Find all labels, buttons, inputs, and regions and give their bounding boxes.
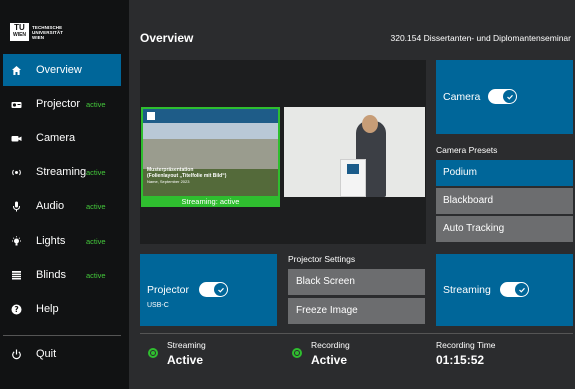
course-title: 320.154 Dissertanten- und Diplomantensem… <box>390 33 572 43</box>
recording-status-label: Recording <box>311 340 350 350</box>
streaming-toggle[interactable] <box>500 282 529 297</box>
camera-label: Camera <box>443 91 481 103</box>
status-badge: active <box>86 167 106 177</box>
sidebar-item-label: Overview <box>36 64 82 76</box>
presentation-preview[interactable]: Musterpräsentation (Folienlayout „Titelf… <box>141 107 280 205</box>
sidebar-item-help[interactable]: ? Help <box>3 293 121 325</box>
preset-auto-tracking-button[interactable]: Auto Tracking <box>436 216 573 242</box>
logo-wordmark: TECHNISCHE UNIVERSITÄT WIEN <box>32 25 63 40</box>
slide-caption: Musterpräsentation (Folienlayout „Titelf… <box>147 167 226 185</box>
preset-blackboard-button[interactable]: Blackboard <box>436 188 573 214</box>
quit-label: Quit <box>36 348 57 360</box>
sidebar-item-lights[interactable]: Lights active <box>3 225 121 257</box>
sidebar-item-blinds[interactable]: Blinds active <box>3 259 121 291</box>
logo-line: WIEN <box>32 34 45 40</box>
streaming-status-value: Active <box>167 353 204 367</box>
recording-time-label: Recording Time <box>436 340 496 350</box>
sidebar-item-label: Lights <box>36 235 66 247</box>
check-icon <box>214 283 227 296</box>
streaming-icon <box>11 167 22 178</box>
streaming-label: Streaming <box>443 284 491 296</box>
status-badge: active <box>86 236 106 246</box>
recording-status-value: Active <box>311 353 348 367</box>
projector-label: Projector <box>147 284 190 296</box>
svg-text:?: ? <box>14 305 18 314</box>
sidebar-item-label: Audio <box>36 200 65 212</box>
freeze-image-button[interactable]: Freeze Image <box>288 298 425 324</box>
presenter-head <box>362 115 378 133</box>
sidebar-item-label: Streaming <box>36 166 87 178</box>
status-badge: active <box>86 99 106 109</box>
streaming-panel: Streaming <box>436 254 573 326</box>
logo-mark: TU WIEN <box>10 23 29 41</box>
tu-wien-logo: TU WIEN TECHNISCHE UNIVERSITÄT WIEN <box>10 23 63 41</box>
projector-panel: Projector USB-C <box>140 254 277 326</box>
podium <box>340 159 366 197</box>
check-icon <box>503 90 516 103</box>
recording-status-indicator <box>292 348 302 358</box>
sidebar-item-camera[interactable]: Camera <box>3 122 121 154</box>
projector-source: USB-C <box>147 302 169 309</box>
sidebar-divider <box>3 335 121 336</box>
sidebar-item-projector[interactable]: Projector active <box>3 88 121 120</box>
video-camera-icon <box>11 133 22 144</box>
projector-icon <box>11 99 22 110</box>
logo-line: TECHNISCHE <box>32 24 63 30</box>
streaming-status-label: Streaming <box>167 340 206 350</box>
video-preview-area: Musterpräsentation (Folienlayout „Titelf… <box>140 60 426 244</box>
sidebar-item-label: Blinds <box>36 269 66 281</box>
microphone-icon <box>11 201 22 212</box>
slide-meta: Name, September 2023 <box>147 179 190 184</box>
sidebar-item-label: Help <box>36 303 59 315</box>
sidebar: TU WIEN TECHNISCHE UNIVERSITÄT WIEN Over… <box>0 0 129 389</box>
help-icon: ? <box>11 304 22 315</box>
camera-toggle[interactable] <box>488 89 517 104</box>
camera-panel: Camera <box>436 60 573 134</box>
recording-time-value: 01:15:52 <box>436 353 485 367</box>
power-icon <box>11 349 22 360</box>
light-bulb-icon <box>11 235 22 247</box>
quit-button[interactable]: Quit <box>3 338 121 370</box>
projector-toggle[interactable] <box>199 282 228 297</box>
status-badge: active <box>86 201 106 211</box>
podium-logo <box>347 164 359 174</box>
sidebar-item-streaming[interactable]: Streaming active <box>3 156 121 188</box>
black-screen-button[interactable]: Black Screen <box>288 269 425 295</box>
check-icon <box>515 283 528 296</box>
camera-presets-heading: Camera Presets <box>436 145 498 155</box>
blinds-icon <box>11 270 22 281</box>
sidebar-item-overview[interactable]: Overview <box>3 54 121 86</box>
status-badge: active <box>86 270 106 280</box>
home-icon <box>11 65 22 76</box>
slide-header <box>143 109 278 123</box>
sidebar-item-label: Camera <box>36 132 76 144</box>
sidebar-item-audio[interactable]: Audio active <box>3 190 121 222</box>
projector-settings-heading: Projector Settings <box>288 254 356 264</box>
page-title: Overview <box>140 31 194 45</box>
streaming-status-indicator <box>148 348 158 358</box>
slide-stream-status: Streaming: active <box>141 196 280 207</box>
sidebar-item-label: Projector <box>36 98 81 110</box>
status-divider <box>140 333 573 334</box>
preset-podium-button[interactable]: Podium <box>436 160 573 186</box>
logo-mark-bottom: WIEN <box>12 32 27 38</box>
camera-preview[interactable] <box>284 107 425 197</box>
logo-mark-top: TU <box>14 23 25 32</box>
logo-line: UNIVERSITÄT <box>32 29 64 35</box>
